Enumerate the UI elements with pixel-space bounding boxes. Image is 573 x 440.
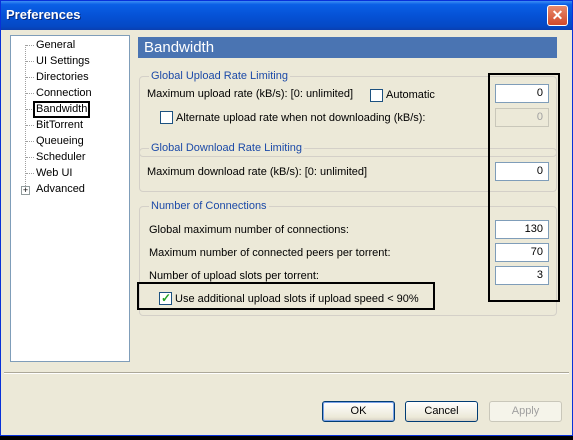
tree-connector — [25, 45, 26, 188]
category-tree: General UI Settings Directories Connecti… — [10, 35, 130, 362]
global-max-connections-label: Global maximum number of connections: — [149, 224, 349, 236]
panel-title: Bandwidth — [138, 37, 557, 58]
max-peers-label: Maximum number of connected peers per to… — [149, 247, 391, 259]
tree-connector — [26, 93, 34, 94]
sidebar-item-queueing[interactable]: Queueing — [35, 134, 85, 149]
window-title: Preferences — [6, 7, 81, 22]
highlight-box-checkbox — [137, 282, 435, 310]
sidebar-item-connection[interactable]: Connection — [35, 86, 93, 101]
upload-group-title: Global Upload Rate Limiting — [149, 70, 290, 82]
tree-connector — [26, 77, 34, 78]
download-group-title: Global Download Rate Limiting — [149, 142, 305, 154]
upload-slots-label: Number of upload slots per torrent: — [149, 270, 319, 282]
apply-button[interactable]: Apply — [489, 401, 562, 422]
close-icon: ✕ — [551, 7, 564, 23]
sidebar-item-bittorrent[interactable]: BitTorrent — [35, 118, 84, 133]
sidebar-item-ui-settings[interactable]: UI Settings — [35, 54, 91, 69]
max-download-label: Maximum download rate (kB/s): [0: unlimi… — [147, 166, 368, 178]
sidebar-item-directories[interactable]: Directories — [35, 70, 90, 85]
tree-connector — [26, 125, 34, 126]
cancel-button[interactable]: Cancel — [405, 401, 478, 422]
preferences-window: Preferences ✕ General UI Settings Direct… — [0, 0, 573, 436]
alternate-upload-checkbox[interactable] — [160, 111, 173, 124]
tree-connector — [26, 61, 34, 62]
connections-group-title: Number of Connections — [149, 200, 269, 212]
tree-connector — [26, 45, 34, 46]
sidebar-item-bandwidth[interactable]: Bandwidth — [33, 101, 91, 118]
sidebar-item-scheduler[interactable]: Scheduler — [35, 150, 87, 165]
close-button[interactable]: ✕ — [547, 5, 568, 26]
dialog-body: General UI Settings Directories Connecti… — [4, 30, 569, 434]
automatic-checkbox[interactable] — [370, 89, 383, 102]
sidebar-item-web-ui[interactable]: Web UI — [35, 166, 73, 181]
alternate-upload-label[interactable]: Alternate upload rate when not downloadi… — [176, 112, 426, 124]
automatic-label[interactable]: Automatic — [386, 89, 435, 101]
tree-connector — [26, 173, 34, 174]
max-upload-label: Maximum upload rate (kB/s): [0: unlimite… — [147, 88, 354, 100]
tree-connector — [26, 141, 34, 142]
button-separator — [4, 372, 569, 374]
title-bar[interactable]: Preferences ✕ — [1, 1, 572, 30]
bottom-edge — [0, 436, 573, 440]
ok-button[interactable]: OK — [322, 401, 395, 422]
sidebar-item-advanced[interactable]: Advanced — [35, 182, 86, 197]
tree-connector — [26, 157, 34, 158]
sidebar-item-general[interactable]: General — [35, 38, 76, 53]
highlight-box-inputs — [488, 73, 560, 302]
expand-plus-icon[interactable]: + — [21, 186, 30, 195]
